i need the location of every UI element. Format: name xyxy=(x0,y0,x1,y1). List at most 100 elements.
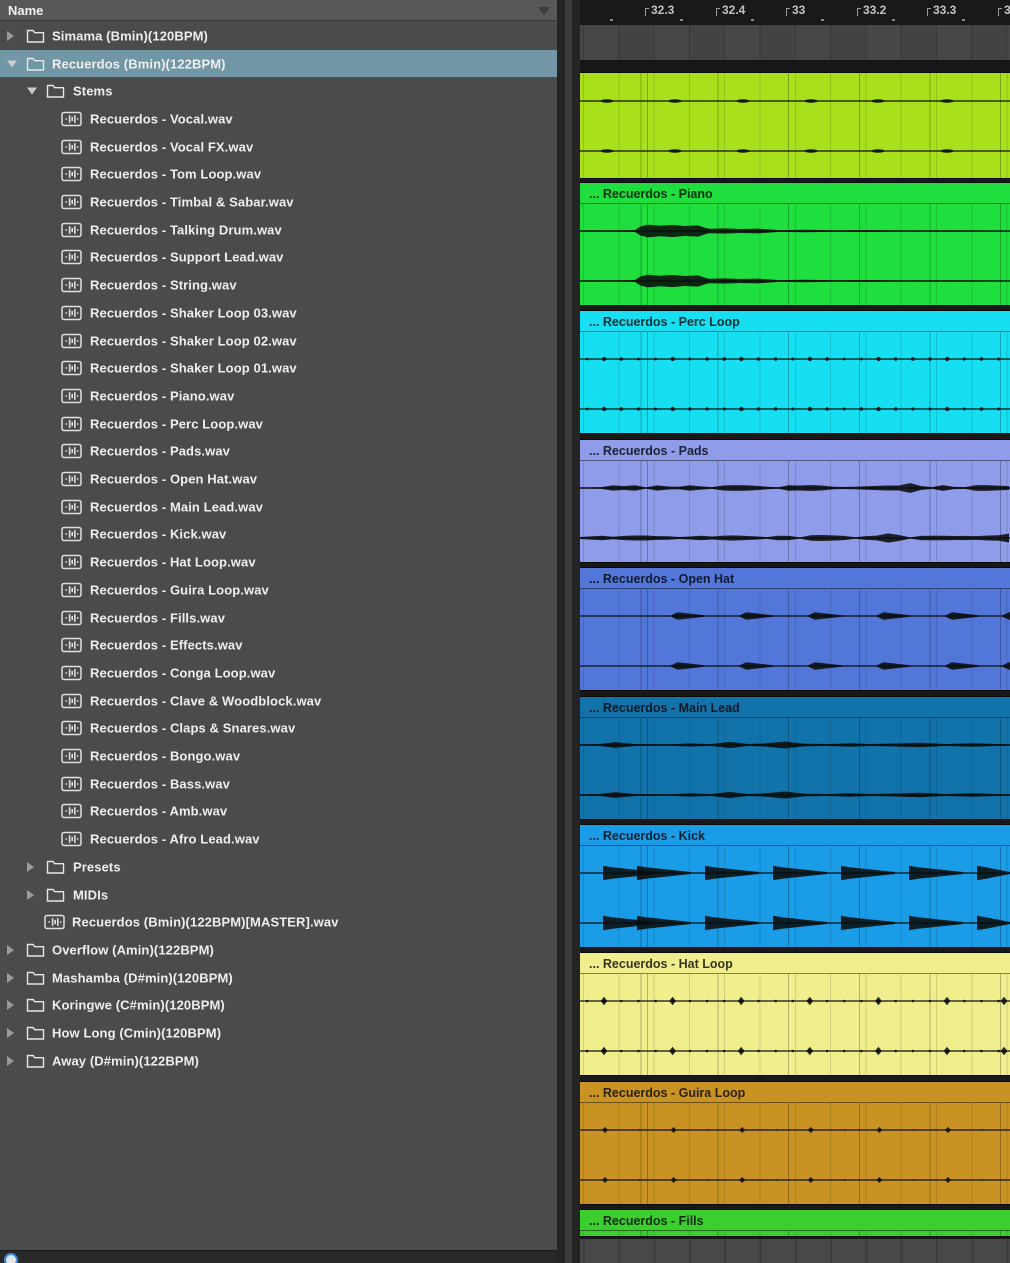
daw-browser-window: Name Simama (Bmin)(120BPM)Recuerdos (Bmi… xyxy=(0,0,1010,1263)
clip-waveform-area[interactable] xyxy=(580,332,1010,433)
item-label: Recuerdos - Clave & Woodblock.wav xyxy=(90,693,321,708)
tree-audio-file[interactable]: Recuerdos - Shaker Loop 01.wav xyxy=(0,354,557,382)
disclosure-triangle-icon[interactable] xyxy=(7,973,14,983)
tree-audio-file[interactable]: Recuerdos - Pads.wav xyxy=(0,438,557,466)
tree-audio-file[interactable]: Recuerdos - Fills.wav xyxy=(0,604,557,632)
disclosure-triangle-icon[interactable] xyxy=(7,1028,14,1038)
clip-pads[interactable]: ... Recuerdos - Pads xyxy=(580,439,1010,563)
tree-audio-file[interactable]: Recuerdos - Shaker Loop 02.wav xyxy=(0,327,557,355)
tree-audio-file[interactable]: Recuerdos - Bass.wav xyxy=(0,770,557,798)
clip-piano[interactable]: ... Recuerdos - Piano xyxy=(580,182,1010,306)
tree-audio-file[interactable]: Recuerdos - Amb.wav xyxy=(0,798,557,826)
minor-tick xyxy=(962,19,965,21)
clip-waveform-area[interactable] xyxy=(580,1103,1010,1204)
clip-waveform-area[interactable] xyxy=(580,589,1010,690)
clip-top-partial[interactable] xyxy=(580,72,1010,179)
clip-title-bar[interactable]: ... Recuerdos - Fills xyxy=(580,1210,1010,1231)
disclosure-triangle-icon[interactable] xyxy=(27,862,34,872)
browser-column-header[interactable]: Name xyxy=(0,0,557,21)
tree-audio-file[interactable]: Recuerdos - Claps & Snares.wav xyxy=(0,715,557,743)
clip-title-bar[interactable]: ... Recuerdos - Pads xyxy=(580,440,1010,461)
clip-kick[interactable]: ... Recuerdos - Kick xyxy=(580,824,1010,948)
tree-folder[interactable]: Koringwe (C#min)(120BPM) xyxy=(0,992,557,1020)
tree-audio-file[interactable]: Recuerdos - Effects.wav xyxy=(0,631,557,659)
waveform xyxy=(580,718,1010,819)
tree-folder[interactable]: Overflow (Amin)(122BPM) xyxy=(0,936,557,964)
audio-file-icon xyxy=(61,776,82,792)
clip-waveform-area[interactable] xyxy=(580,204,1010,305)
clip-waveform-area[interactable] xyxy=(580,974,1010,1075)
folder-icon xyxy=(46,887,65,902)
clip-title-bar[interactable]: ... Recuerdos - Guira Loop xyxy=(580,1082,1010,1103)
clip-open-hat[interactable]: ... Recuerdos - Open Hat xyxy=(580,567,1010,691)
tree-audio-file[interactable]: Recuerdos - Talking Drum.wav xyxy=(0,216,557,244)
disclosure-triangle-icon[interactable] xyxy=(7,31,14,41)
tree-folder[interactable]: Recuerdos (Bmin)(122BPM) xyxy=(0,50,557,78)
audio-file-icon xyxy=(61,720,82,736)
tree-audio-file[interactable]: Recuerdos - Kick.wav xyxy=(0,521,557,549)
audio-file-icon xyxy=(61,333,82,349)
tree-audio-file[interactable]: Recuerdos - Tom Loop.wav xyxy=(0,161,557,189)
tree-folder[interactable]: Mashamba (D#min)(120BPM) xyxy=(0,964,557,992)
pane-splitter[interactable] xyxy=(557,0,580,1263)
tree-audio-file[interactable]: Recuerdos - Vocal.wav xyxy=(0,105,557,133)
clip-title-bar[interactable]: ... Recuerdos - Open Hat xyxy=(580,568,1010,589)
clip-title-bar[interactable]: ... Recuerdos - Hat Loop xyxy=(580,953,1010,974)
item-label: Recuerdos - Vocal FX.wav xyxy=(90,139,253,154)
tree-audio-file[interactable]: Recuerdos - Conga Loop.wav xyxy=(0,659,557,687)
tree-audio-file[interactable]: Recuerdos - Perc Loop.wav xyxy=(0,410,557,438)
clip-waveform-area[interactable] xyxy=(580,1231,1010,1236)
tree-folder[interactable]: Presets xyxy=(0,853,557,881)
info-icon[interactable] xyxy=(4,1253,18,1263)
tree-audio-file[interactable]: Recuerdos - Open Hat.wav xyxy=(0,465,557,493)
disclosure-triangle-icon[interactable] xyxy=(7,1000,14,1010)
tree-folder[interactable]: Simama (Bmin)(120BPM) xyxy=(0,22,557,50)
tree-audio-file[interactable]: Recuerdos - Vocal FX.wav xyxy=(0,133,557,161)
tree-audio-file[interactable]: Recuerdos - Hat Loop.wav xyxy=(0,548,557,576)
tree-audio-file[interactable]: Recuerdos - Guira Loop.wav xyxy=(0,576,557,604)
item-label: Recuerdos - String.wav xyxy=(90,278,237,293)
minor-tick xyxy=(892,19,895,21)
tree-audio-file[interactable]: Recuerdos - Main Lead.wav xyxy=(0,493,557,521)
clip-guira-loop[interactable]: ... Recuerdos - Guira Loop xyxy=(580,1081,1010,1205)
beat-time-ruler[interactable]: 32.332.43333.233.333 xyxy=(580,0,1010,25)
tree-folder[interactable]: Away (D#min)(122BPM) xyxy=(0,1047,557,1075)
scrub-area[interactable] xyxy=(580,25,1010,62)
tree-audio-file[interactable]: Recuerdos - Shaker Loop 03.wav xyxy=(0,299,557,327)
clip-title-bar[interactable]: ... Recuerdos - Piano xyxy=(580,183,1010,204)
clip-title-bar[interactable]: ... Recuerdos - Perc Loop xyxy=(580,311,1010,332)
clip-waveform-area[interactable] xyxy=(580,461,1010,562)
filter-triangle-icon[interactable] xyxy=(538,7,550,15)
tree-audio-file[interactable]: Recuerdos - Bongo.wav xyxy=(0,742,557,770)
tree-folder[interactable]: Stems xyxy=(0,77,557,105)
tree-folder[interactable]: How Long (Cmin)(120BPM) xyxy=(0,1019,557,1047)
tree-audio-file[interactable]: Recuerdos - Clave & Woodblock.wav xyxy=(0,687,557,715)
tree-audio-file[interactable]: Recuerdos - String.wav xyxy=(0,271,557,299)
tree-audio-file[interactable]: Recuerdos - Support Lead.wav xyxy=(0,244,557,272)
clip-main-lead[interactable]: ... Recuerdos - Main Lead xyxy=(580,696,1010,820)
disclosure-triangle-icon[interactable] xyxy=(27,88,37,95)
audio-file-icon xyxy=(61,665,82,681)
clip-waveform-area[interactable] xyxy=(580,718,1010,819)
disclosure-triangle-icon[interactable] xyxy=(7,1056,14,1066)
audio-file-icon xyxy=(44,914,65,930)
clip-waveform-area[interactable] xyxy=(580,73,1010,178)
tree-audio-file[interactable]: Recuerdos - Timbal & Sabar.wav xyxy=(0,188,557,216)
tree-audio-file[interactable]: Recuerdos (Bmin)(122BPM)[MASTER].wav xyxy=(0,908,557,936)
clip-fills[interactable]: ... Recuerdos - Fills xyxy=(580,1209,1010,1237)
clip-perc-loop[interactable]: ... Recuerdos - Perc Loop xyxy=(580,310,1010,434)
clip-hat-loop[interactable]: ... Recuerdos - Hat Loop xyxy=(580,952,1010,1076)
disclosure-triangle-icon[interactable] xyxy=(7,945,14,955)
tree-folder[interactable]: MIDIs xyxy=(0,881,557,909)
item-label: Recuerdos - Shaker Loop 02.wav xyxy=(90,333,297,348)
disclosure-triangle-icon[interactable] xyxy=(7,60,17,67)
tree-audio-file[interactable]: Recuerdos - Piano.wav xyxy=(0,382,557,410)
ruler-label: 33 xyxy=(1004,3,1010,17)
tree-audio-file[interactable]: Recuerdos - Afro Lead.wav xyxy=(0,825,557,853)
clip-title-bar[interactable]: ... Recuerdos - Main Lead xyxy=(580,697,1010,718)
clip-waveform-area[interactable] xyxy=(580,846,1010,947)
disclosure-triangle-icon[interactable] xyxy=(27,890,34,900)
empty-track-area[interactable] xyxy=(580,1239,1010,1263)
clip-title-bar[interactable]: ... Recuerdos - Kick xyxy=(580,825,1010,846)
splitter-handle[interactable] xyxy=(565,0,572,1263)
